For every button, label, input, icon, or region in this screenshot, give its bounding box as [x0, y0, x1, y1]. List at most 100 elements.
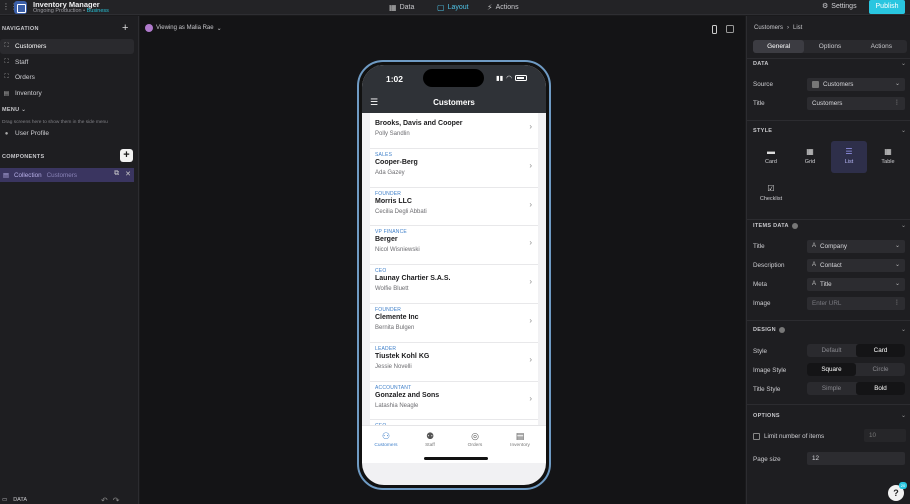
design-style-default[interactable]: Default — [807, 344, 856, 357]
design-style-card[interactable]: Card — [856, 344, 905, 357]
list-item[interactable]: FOUNDER Morris LLC Cecilia Degli Abbati › — [370, 188, 538, 227]
signal-icon: ▮▮ — [496, 75, 504, 82]
tab-label: Staff — [425, 443, 435, 448]
avatar — [145, 24, 153, 32]
chevron-down-icon[interactable]: ⌄ — [901, 127, 906, 134]
list-item[interactable]: CEO Launay Chartier S.A.S. Wolfie Bluett › — [370, 265, 538, 304]
checkbox[interactable] — [753, 433, 760, 440]
style-option-checklist[interactable]: ☑ Checklist — [753, 178, 789, 210]
breadcrumb-screen[interactable]: Customers — [754, 25, 783, 31]
style-option-label: Grid — [804, 159, 816, 165]
tab-actions[interactable]: Actions — [856, 40, 907, 53]
copy-icon[interactable]: ⧉ — [114, 170, 119, 178]
tab-customers[interactable]: ⚇ Customers — [366, 430, 406, 448]
settings-button[interactable]: ⚙ Settings — [822, 2, 857, 11]
style-option-table[interactable]: ▦ Table — [870, 141, 906, 173]
items-data-heading-text: ITEMS DATA — [753, 223, 789, 229]
text-type-icon: A — [812, 262, 817, 268]
tablet-icon[interactable] — [726, 25, 734, 33]
nav-item-inventory[interactable]: ▤ Inventory — [0, 86, 134, 101]
divider — [747, 219, 910, 220]
list-item[interactable]: SALES Cooper-Berg Ada Gazey › — [370, 149, 538, 188]
divider — [747, 120, 910, 121]
item-desc-select[interactable]: A Contact ⌄ — [807, 259, 905, 272]
limit-items-input[interactable]: 10 — [864, 429, 906, 442]
undo-redo[interactable]: ↶↷ — [101, 496, 124, 504]
tab-staff[interactable]: ⚉ Staff — [410, 430, 450, 448]
item-meta-select[interactable]: A Title ⌄ — [807, 278, 905, 291]
chevron-down-icon: ⌄ — [216, 25, 222, 32]
navigation-heading: NAVIGATION — [2, 26, 39, 32]
chevron-down-icon[interactable]: ⌄ — [901, 412, 906, 419]
image-style-square[interactable]: Square — [807, 363, 856, 376]
nav-item-customers[interactable]: ⛶ Customers — [0, 39, 134, 54]
tab-inventory[interactable]: ▤ Inventory — [500, 430, 540, 448]
phone-icon[interactable] — [712, 25, 717, 34]
nav-data[interactable]: ▦ Data — [389, 2, 414, 13]
screen-icon: ⛶ — [4, 59, 9, 65]
nav-item-orders[interactable]: ⛶ Orders — [0, 70, 134, 85]
app-logo-icon — [14, 1, 27, 14]
nav-item-label: Customers — [15, 43, 47, 50]
list-item-title: Tiustek Kohl KG — [375, 352, 430, 360]
plus-icon[interactable]: + — [122, 23, 128, 34]
page-size-input[interactable]: 12 — [807, 452, 905, 465]
data-icon: ▦ — [389, 3, 397, 12]
add-component-button[interactable]: + — [120, 149, 133, 162]
source-value: Customers — [823, 81, 854, 88]
tab-general[interactable]: General — [753, 40, 805, 53]
chevron-down-icon: ⌄ — [894, 81, 900, 87]
nav-actions[interactable]: ⚡ Actions — [487, 2, 519, 13]
title-input[interactable]: Customers ⋮ — [807, 97, 905, 110]
nav-data-label: Data — [399, 4, 415, 11]
style-option-card[interactable]: ▬ Card — [753, 141, 789, 173]
list-item[interactable]: Brooks, Davis and Cooper Polly Sandlin › — [370, 113, 538, 149]
viewing-as-selector[interactable]: Viewing as Malia Rae ⌄ — [145, 24, 222, 32]
source-select[interactable]: Customers ⌄ — [807, 78, 905, 91]
tab-options[interactable]: Options — [804, 40, 855, 53]
grid-icon[interactable]: ⋮⋮ — [2, 3, 18, 11]
title-style-simple[interactable]: Simple — [807, 382, 856, 395]
customer-list: Brooks, Davis and Cooper Polly Sandlin › SA… — [370, 113, 538, 425]
info-icon[interactable] — [791, 223, 798, 229]
image-style-circle[interactable]: Circle — [856, 363, 905, 376]
list-item-description: Ada Gazey — [375, 169, 405, 176]
chevron-down-icon[interactable]: ⌄ — [901, 60, 906, 67]
chevron-down-icon[interactable]: ⌄ — [901, 222, 906, 229]
undo-icon[interactable]: ↶ — [101, 496, 113, 504]
list-item[interactable]: VP FINANCE Berger Nicol Wisniewski › — [370, 226, 538, 266]
nav-item-staff[interactable]: ⛶ Staff — [0, 55, 134, 70]
canvas: Viewing as Malia Rae ⌄ 1:02 ▮▮ ◠ ☰ Custo… — [140, 16, 745, 504]
close-icon[interactable]: ✕ — [125, 170, 131, 178]
chevron-right-icon: › — [529, 122, 532, 131]
component-collection[interactable]: ▤ Collection Customers ⧉ ✕ — [0, 168, 134, 182]
menu-item-user-profile[interactable]: ● User Profile — [0, 126, 134, 141]
list-item-title: Launay Chartier S.A.S. — [375, 275, 451, 283]
style-option-grid[interactable]: ▦ Grid — [792, 141, 828, 173]
item-title-select[interactable]: A Company ⌄ — [807, 240, 905, 253]
inventory-icon: ▤ — [515, 431, 525, 441]
info-icon[interactable] — [778, 327, 785, 333]
limit-items-checkbox[interactable]: Limit number of items — [753, 433, 824, 440]
limit-items-label: Limit number of items — [764, 433, 825, 440]
list-item[interactable]: LEADER Tiustek Kohl KG Jessie Novelli › — [370, 343, 538, 382]
status-time: 1:02 — [386, 74, 404, 84]
table-icon: ▦ — [884, 147, 892, 156]
nav-layout[interactable]: ▢ Layout — [437, 2, 469, 13]
redo-icon[interactable]: ↷ — [113, 496, 125, 504]
data-footer[interactable]: ▭ DATA — [2, 497, 27, 503]
table-icon — [812, 81, 819, 88]
item-image-input[interactable]: Enter URL ⋮ — [807, 297, 905, 310]
style-option-list[interactable]: ☰ List — [831, 141, 867, 173]
list-item[interactable]: ACCOUNTANT Gonzalez and Sons Latashia Neag… — [370, 382, 538, 421]
style-option-label: Card — [765, 159, 777, 165]
tab-orders[interactable]: ◎ Orders — [455, 430, 495, 448]
help-badge: 20 — [899, 482, 907, 489]
chevron-down-icon[interactable]: ⌄ — [901, 326, 906, 333]
title-style-bold[interactable]: Bold — [856, 382, 905, 395]
list-item[interactable]: FOUNDER Clemente Inc Bernita Bulgen › — [370, 304, 538, 343]
publish-button[interactable]: Publish — [869, 0, 905, 14]
menu-heading[interactable]: MENU ⌄ — [2, 107, 26, 113]
list-item-meta: FOUNDER — [375, 190, 402, 197]
list-item-description: Polly Sandlin — [375, 131, 410, 137]
